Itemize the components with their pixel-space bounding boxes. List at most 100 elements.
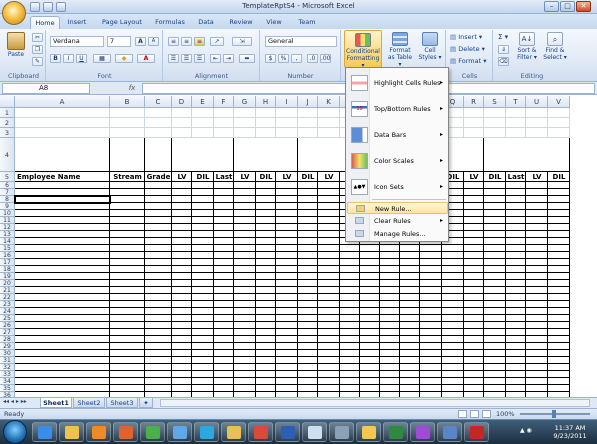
undo-icon[interactable] xyxy=(43,2,53,12)
cell-r10[interactable] xyxy=(464,210,484,217)
cell-n22[interactable] xyxy=(380,294,400,301)
cell-g3[interactable] xyxy=(234,128,256,138)
cell-v27[interactable] xyxy=(548,329,570,336)
cell-h27[interactable] xyxy=(256,329,276,336)
cell-i12[interactable] xyxy=(276,224,298,231)
skype-taskbar-button[interactable] xyxy=(194,422,219,442)
cell-c24[interactable] xyxy=(145,308,172,315)
cell-n24[interactable] xyxy=(380,308,400,315)
cell-g13[interactable] xyxy=(234,231,256,238)
tab-view[interactable]: View xyxy=(262,16,286,29)
cell-n25[interactable] xyxy=(380,315,400,322)
snipping-taskbar-button[interactable] xyxy=(410,422,435,442)
cell-v6[interactable] xyxy=(548,182,570,189)
cell-r32[interactable] xyxy=(464,364,484,371)
cell-c32[interactable] xyxy=(145,364,172,371)
cell-h8[interactable] xyxy=(256,196,276,203)
cell-d31[interactable] xyxy=(172,357,192,364)
cell-j14[interactable] xyxy=(298,238,318,245)
cell-i34[interactable] xyxy=(276,378,298,385)
sheet-tab-sheet1[interactable]: Sheet1 xyxy=(40,398,72,408)
column-header-f[interactable]: F xyxy=(214,96,234,108)
cell-j33[interactable] xyxy=(298,371,318,378)
cell-k9[interactable] xyxy=(318,203,340,210)
cell-t32[interactable] xyxy=(506,364,526,371)
cell-t34[interactable] xyxy=(506,378,526,385)
cell-l23[interactable] xyxy=(340,301,360,308)
cell-m16[interactable] xyxy=(360,252,380,259)
cell-s4[interactable] xyxy=(484,138,506,172)
cell-c14[interactable] xyxy=(145,238,172,245)
row-header-19[interactable]: 19 xyxy=(0,273,15,280)
cell-e29[interactable] xyxy=(192,343,214,350)
cell-o19[interactable] xyxy=(400,273,420,280)
cf-item-clear-rules[interactable]: Clear Rules ▸ xyxy=(347,215,448,227)
cell-a33[interactable] xyxy=(15,371,110,378)
cell-d4[interactable] xyxy=(172,138,192,172)
cell-p21[interactable] xyxy=(420,287,442,294)
cell-v18[interactable] xyxy=(548,266,570,273)
cell-j11[interactable] xyxy=(298,217,318,224)
cell-d33[interactable] xyxy=(172,371,192,378)
cell-r8[interactable] xyxy=(464,196,484,203)
cell-n30[interactable] xyxy=(380,350,400,357)
cell-g34[interactable] xyxy=(234,378,256,385)
cell-d20[interactable] xyxy=(172,280,192,287)
pdf-taskbar-button[interactable] xyxy=(464,422,489,442)
cell-m19[interactable] xyxy=(360,273,380,280)
cell-d34[interactable] xyxy=(172,378,192,385)
cf-item-top-bottom-rules[interactable]: 10 Top/Bottom Rules ▸ xyxy=(347,98,448,120)
cell-r14[interactable] xyxy=(464,238,484,245)
cell-a23[interactable] xyxy=(15,301,110,308)
column-header-d[interactable]: D xyxy=(172,96,192,108)
cell-d14[interactable] xyxy=(172,238,192,245)
cell-j31[interactable] xyxy=(298,357,318,364)
cell-g12[interactable] xyxy=(234,224,256,231)
autosum-button[interactable]: Σ ▾ xyxy=(498,33,508,41)
cell-v22[interactable] xyxy=(548,294,570,301)
row-header-34[interactable]: 34 xyxy=(0,378,15,385)
cell-r15[interactable] xyxy=(464,245,484,252)
column-header-a[interactable]: A xyxy=(15,96,110,108)
cell-e30[interactable] xyxy=(192,350,214,357)
cell-r30[interactable] xyxy=(464,350,484,357)
cell-j29[interactable] xyxy=(298,343,318,350)
cell-b6[interactable] xyxy=(110,182,145,189)
cell-v20[interactable] xyxy=(548,280,570,287)
row-header-33[interactable]: 33 xyxy=(0,371,15,378)
cell-o20[interactable] xyxy=(400,280,420,287)
cell-e4[interactable] xyxy=(192,138,214,172)
cell-r35[interactable] xyxy=(464,385,484,392)
cell-m25[interactable] xyxy=(360,315,380,322)
cell-h34[interactable] xyxy=(256,378,276,385)
number-format-combo[interactable]: General xyxy=(265,36,337,47)
cell-t15[interactable] xyxy=(506,245,526,252)
cell-p26[interactable] xyxy=(420,322,442,329)
cell-d27[interactable] xyxy=(172,329,192,336)
cell-u24[interactable] xyxy=(526,308,548,315)
cell-u12[interactable] xyxy=(526,224,548,231)
select-all-corner[interactable] xyxy=(0,96,15,108)
cell-n31[interactable] xyxy=(380,357,400,364)
cell-e18[interactable] xyxy=(192,266,214,273)
cell-c34[interactable] xyxy=(145,378,172,385)
align-left-icon[interactable]: ☰ xyxy=(168,54,179,63)
cell-a17[interactable] xyxy=(15,259,110,266)
cell-r7[interactable] xyxy=(464,189,484,196)
cell-b23[interactable] xyxy=(110,301,145,308)
cell-t23[interactable] xyxy=(506,301,526,308)
cell-u3[interactable] xyxy=(526,128,548,138)
cell-k26[interactable] xyxy=(318,322,340,329)
tab-insert[interactable]: Insert xyxy=(62,16,92,29)
cell-g33[interactable] xyxy=(234,371,256,378)
cell-g15[interactable] xyxy=(234,245,256,252)
cell-m30[interactable] xyxy=(360,350,380,357)
row-header-31[interactable]: 31 xyxy=(0,357,15,364)
cell-e21[interactable] xyxy=(192,287,214,294)
cell-o17[interactable] xyxy=(400,259,420,266)
cell-n19[interactable] xyxy=(380,273,400,280)
cell-a22[interactable] xyxy=(15,294,110,301)
row-header-1[interactable]: 1 xyxy=(0,108,15,118)
cell-q15[interactable] xyxy=(442,245,464,252)
cell-m27[interactable] xyxy=(360,329,380,336)
